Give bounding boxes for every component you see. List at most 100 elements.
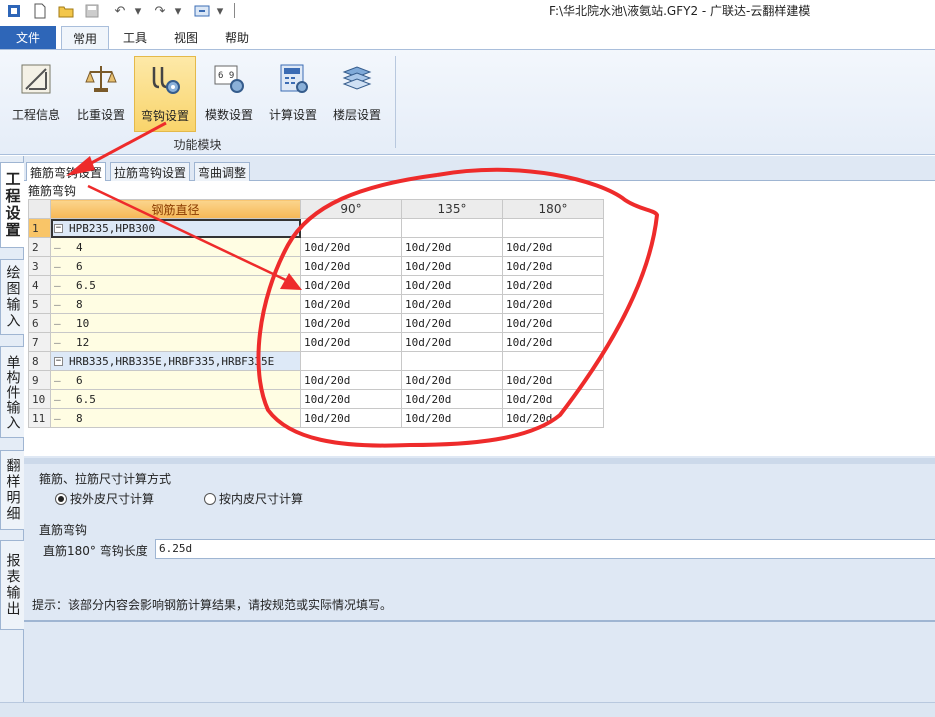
radio-inner-dimension[interactable]: 按内皮尺寸计算 <box>204 490 303 507</box>
redo-icon[interactable]: ↷ <box>150 1 170 21</box>
side-tab-single-component-input[interactable]: 单构件输入 <box>0 346 24 438</box>
tab-bending-adjustment[interactable]: 弯曲调整 <box>194 162 251 181</box>
hook-value-180[interactable]: 10d/20d <box>502 408 604 428</box>
hook-value-180[interactable]: 10d/20d <box>502 294 604 314</box>
hook-value-180[interactable] <box>502 351 604 371</box>
hook-value-135[interactable]: 10d/20d <box>401 389 503 409</box>
hook-value-90[interactable]: 10d/20d <box>300 256 402 276</box>
grade-group-cell[interactable]: − HRB335,HRB335E,HRBF335,HRBF335E <box>50 351 301 371</box>
hook-value-90[interactable]: 10d/20d <box>300 408 402 428</box>
undo-icon[interactable]: ↶ <box>110 1 130 21</box>
hook-value-90[interactable]: 10d/20d <box>300 237 402 257</box>
weight-settings-button[interactable]: 比重设置 <box>70 56 132 132</box>
project-info-button[interactable]: 工程信息 <box>5 56 67 132</box>
side-tab-drawing-input[interactable]: 绘图输入 <box>0 259 24 335</box>
new-file-icon[interactable] <box>30 1 50 21</box>
row-number[interactable]: 11 <box>28 408 51 428</box>
table-row[interactable]: 3—6 10d/20d 10d/20d 10d/20d <box>28 256 604 276</box>
hook-value-135[interactable]: 10d/20d <box>401 313 503 333</box>
table-row[interactable]: 10—6.5 10d/20d 10d/20d 10d/20d <box>28 389 604 409</box>
side-tab-project-settings[interactable]: 工程设置 <box>0 162 24 248</box>
hook-value-90[interactable]: 10d/20d <box>300 370 402 390</box>
row-number[interactable]: 6 <box>28 313 51 333</box>
undo-dropdown-icon[interactable]: ▾ <box>128 1 148 21</box>
column-header-diameter[interactable]: 钢筋直径 <box>50 199 301 219</box>
hook-settings-button[interactable]: 弯钩设置 <box>134 56 196 132</box>
redo-dropdown-icon[interactable]: ▾ <box>168 1 188 21</box>
side-tab-rebar-details[interactable]: 翻样明细 <box>0 450 24 530</box>
tab-tie-hook-settings[interactable]: 拉筋弯钩设置 <box>110 162 191 181</box>
hook-value-90[interactable]: 10d/20d <box>300 275 402 295</box>
modulus-settings-button[interactable]: 6 9 模数设置 <box>198 56 260 132</box>
hook-value-135[interactable] <box>401 351 503 371</box>
hook-value-90[interactable]: 10d/20d <box>300 294 402 314</box>
tab-stirrup-hook-settings[interactable]: 箍筋弯钩设置 <box>26 162 107 182</box>
hook-value-90[interactable]: 10d/20d <box>300 332 402 352</box>
collapse-icon[interactable]: − <box>54 224 63 233</box>
row-number[interactable]: 9 <box>28 370 51 390</box>
row-number[interactable]: 5 <box>28 294 51 314</box>
diameter-cell[interactable]: —6 <box>50 256 301 276</box>
hook-value-135[interactable]: 10d/20d <box>401 332 503 352</box>
table-row[interactable]: 4—6.5 10d/20d 10d/20d 10d/20d <box>28 275 604 295</box>
table-row[interactable]: 2—4 10d/20d 10d/20d 10d/20d <box>28 237 604 257</box>
diameter-cell[interactable]: — 12 <box>50 332 301 352</box>
tab-view[interactable]: 视图 <box>163 26 209 49</box>
table-row[interactable]: 8− HRB335,HRB335E,HRBF335,HRBF335E <box>28 351 604 371</box>
row-number[interactable]: 3 <box>28 256 51 276</box>
table-row[interactable]: 7—12 10d/20d 10d/20d 10d/20d <box>28 332 604 352</box>
calc-settings-button[interactable]: 计算设置 <box>262 56 324 132</box>
diameter-cell[interactable]: —8 <box>50 294 301 314</box>
hook-value-180[interactable]: 10d/20d <box>502 256 604 276</box>
hook-value-135[interactable]: 10d/20d <box>401 294 503 314</box>
hook-value-135[interactable]: 10d/20d <box>401 275 503 295</box>
row-number[interactable]: 10 <box>28 389 51 409</box>
hook-value-90[interactable] <box>300 218 402 238</box>
table-row[interactable]: 11—8 10d/20d 10d/20d 10d/20d <box>28 408 604 428</box>
side-tab-report-output[interactable]: 报表输出 <box>0 540 24 630</box>
floor-settings-button[interactable]: 楼层设置 <box>326 56 388 132</box>
table-row[interactable]: 9—6 10d/20d 10d/20d 10d/20d <box>28 370 604 390</box>
radio-outer-dimension[interactable]: 按外皮尺寸计算 <box>55 490 154 507</box>
column-header-180[interactable]: 180° <box>502 199 604 219</box>
table-row[interactable]: 6—10 10d/20d 10d/20d 10d/20d <box>28 313 604 333</box>
row-number[interactable]: 7 <box>28 332 51 352</box>
hook-value-180[interactable]: 10d/20d <box>502 389 604 409</box>
hook-value-90[interactable]: 10d/20d <box>300 313 402 333</box>
diameter-cell[interactable]: — 6.5 <box>50 275 301 295</box>
hook-value-135[interactable]: 10d/20d <box>401 370 503 390</box>
row-number[interactable]: 4 <box>28 275 51 295</box>
hook-value-180[interactable]: 10d/20d <box>502 275 604 295</box>
tab-file[interactable]: 文件 <box>0 26 56 49</box>
hook-value-90[interactable]: 10d/20d <box>300 389 402 409</box>
diameter-cell[interactable]: —6 <box>50 370 301 390</box>
row-number[interactable]: 8 <box>28 351 51 371</box>
refresh-icon[interactable] <box>192 1 212 21</box>
hook-value-180[interactable]: 10d/20d <box>502 313 604 333</box>
diameter-cell[interactable]: — 6.5 <box>50 389 301 409</box>
open-folder-icon[interactable] <box>56 1 76 21</box>
tab-help[interactable]: 帮助 <box>214 26 260 49</box>
hook-value-135[interactable]: 10d/20d <box>401 408 503 428</box>
collapse-icon[interactable]: − <box>54 357 63 366</box>
hook-value-135[interactable]: 10d/20d <box>401 237 503 257</box>
hook-value-180[interactable]: 10d/20d <box>502 370 604 390</box>
customize-dropdown-icon[interactable]: ▾ <box>210 1 230 21</box>
grade-group-cell[interactable]: − HPB235,HPB300 <box>50 218 301 238</box>
hook-value-135[interactable]: 10d/20d <box>401 256 503 276</box>
straight-hook-length-input[interactable]: 6.25d <box>155 539 935 559</box>
diameter-cell[interactable]: —4 <box>50 237 301 257</box>
tab-common[interactable]: 常用 <box>61 26 109 50</box>
diameter-cell[interactable]: —8 <box>50 408 301 428</box>
hook-value-180[interactable]: 10d/20d <box>502 237 604 257</box>
column-header-90[interactable]: 90° <box>300 199 402 219</box>
row-number[interactable]: 1 <box>28 218 51 238</box>
hook-value-135[interactable] <box>401 218 503 238</box>
hook-value-180[interactable]: 10d/20d <box>502 332 604 352</box>
column-header-135[interactable]: 135° <box>401 199 503 219</box>
table-row[interactable]: 5—8 10d/20d 10d/20d 10d/20d <box>28 294 604 314</box>
hook-value-90[interactable] <box>300 351 402 371</box>
row-number[interactable]: 2 <box>28 237 51 257</box>
diameter-cell[interactable]: — 10 <box>50 313 301 333</box>
save-icon[interactable] <box>82 1 102 21</box>
